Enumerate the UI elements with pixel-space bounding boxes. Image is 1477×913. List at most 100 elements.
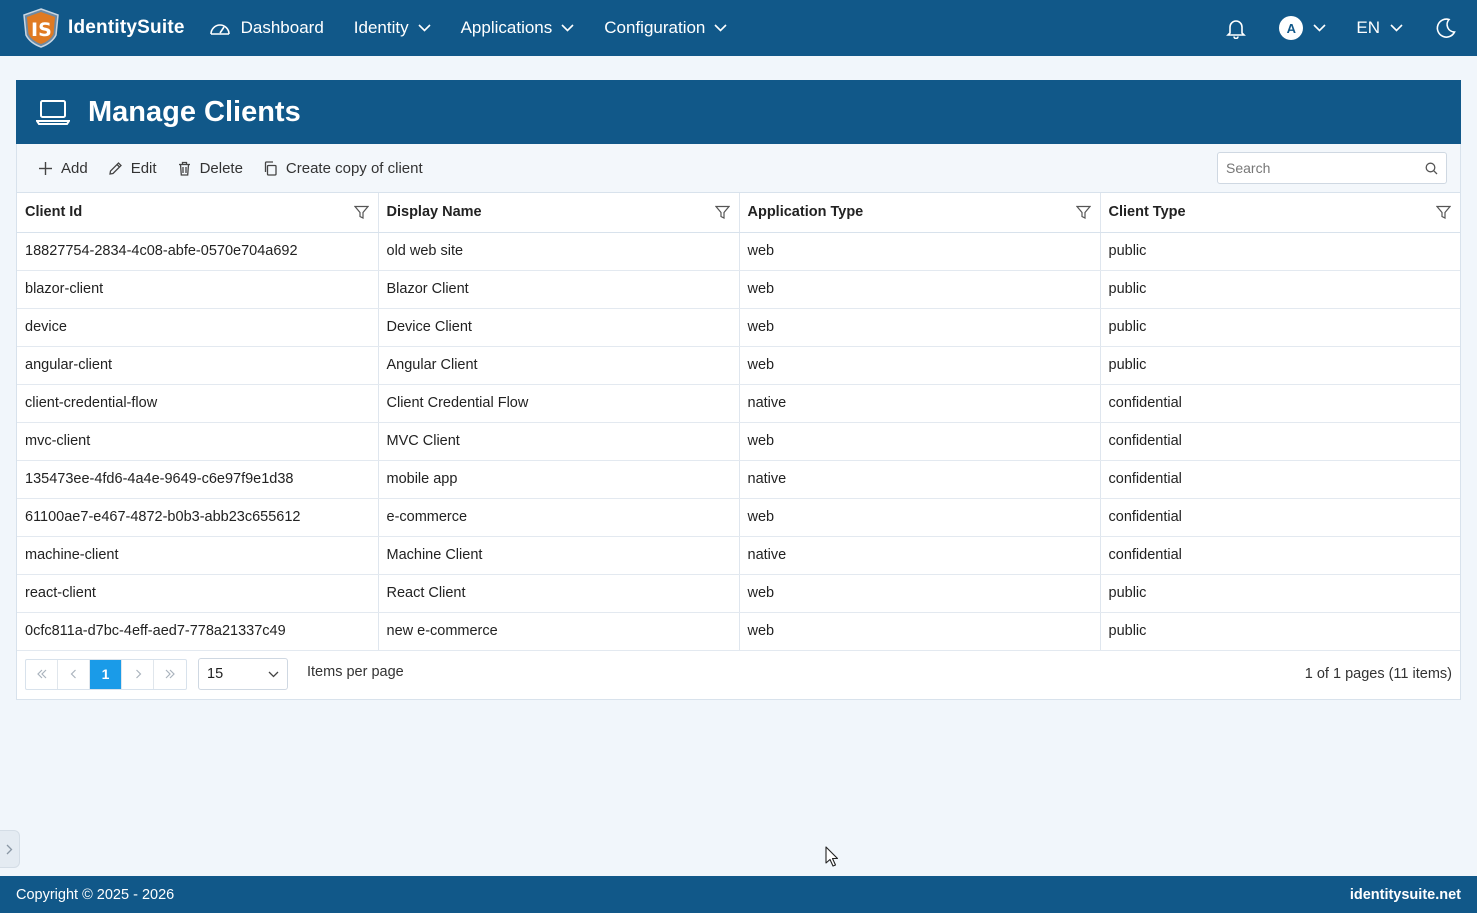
- cell-display-name: mobile app: [378, 460, 740, 499]
- search-input[interactable]: [1226, 160, 1425, 176]
- user-menu[interactable]: A: [1279, 16, 1326, 40]
- double-chevron-right-icon: [165, 669, 175, 679]
- delete-button-label: Delete: [199, 159, 243, 177]
- cell-client-id: 135473ee-4fd6-4a4e-9649-c6e97f9e1d38: [17, 460, 379, 499]
- table-row[interactable]: client-credential-flow Client Credential…: [17, 384, 1460, 423]
- chevron-right-icon: [135, 669, 141, 679]
- table-row[interactable]: machine-client Machine Client native con…: [17, 536, 1460, 575]
- edit-button[interactable]: Edit: [108, 152, 157, 184]
- search-icon[interactable]: [1425, 162, 1438, 175]
- brand[interactable]: IS IdentitySuite: [22, 8, 185, 48]
- chevron-down-icon: [561, 24, 574, 32]
- cell-client-id: client-credential-flow: [17, 384, 379, 423]
- column-header-display-name[interactable]: Display Name: [378, 193, 740, 233]
- cell-application-type: native: [739, 460, 1101, 499]
- mouse-cursor-icon: [825, 846, 839, 867]
- cell-display-name: old web site: [378, 232, 740, 271]
- cell-display-name: e-commerce: [378, 498, 740, 537]
- table-row[interactable]: blazor-client Blazor Client web public: [17, 270, 1460, 309]
- language-label: EN: [1356, 18, 1380, 37]
- cell-client-type: public: [1100, 308, 1460, 347]
- language-selector[interactable]: EN: [1356, 18, 1403, 38]
- dashboard-gauge-icon: [209, 24, 230, 35]
- cell-client-type: public: [1100, 232, 1460, 271]
- table-row[interactable]: device Device Client web public: [17, 308, 1460, 347]
- cell-client-type: public: [1100, 612, 1460, 651]
- column-header-label: Application Type: [747, 204, 864, 221]
- cell-application-type: web: [739, 232, 1101, 271]
- cell-client-type: confidential: [1100, 422, 1460, 461]
- column-header-label: Client Id: [25, 204, 83, 221]
- cell-client-id: angular-client: [17, 346, 379, 385]
- plus-icon: [39, 161, 52, 175]
- table-row[interactable]: 135473ee-4fd6-4a4e-9649-c6e97f9e1d38 mob…: [17, 460, 1460, 499]
- filter-icon[interactable]: [1075, 205, 1091, 220]
- filter-icon[interactable]: [714, 205, 730, 220]
- previous-page-button[interactable]: [58, 659, 90, 689]
- trash-icon: [178, 161, 190, 176]
- first-page-button[interactable]: [26, 659, 58, 689]
- clients-table: Client Id Display Name Application Type …: [17, 193, 1460, 651]
- table-row[interactable]: 61100ae7-e467-4872-b0b3-abb23c655612 e-c…: [17, 498, 1460, 537]
- column-header-application-type[interactable]: Application Type: [739, 193, 1101, 233]
- add-button[interactable]: Add: [38, 152, 88, 184]
- cell-client-id: device: [17, 308, 379, 347]
- pager: 1 15 Items per page 1 of 1 pages (11 ite…: [17, 651, 1460, 698]
- grid-toolbar: Add Edit Delete Create copy of client: [17, 144, 1460, 193]
- cell-application-type: native: [739, 384, 1101, 423]
- last-page-button[interactable]: [154, 660, 186, 689]
- column-header-client-type[interactable]: Client Type: [1100, 193, 1460, 233]
- cell-application-type: web: [739, 612, 1101, 651]
- nav-dashboard-label: Dashboard: [240, 18, 324, 37]
- top-navbar: IS IdentitySuite Dashboard Identity Appl…: [0, 0, 1477, 56]
- copy-icon: [264, 160, 277, 176]
- column-header-label: Display Name: [386, 204, 482, 221]
- page-size-select[interactable]: 15: [198, 658, 288, 690]
- cell-client-type: public: [1100, 574, 1460, 613]
- avatar: A: [1279, 16, 1304, 40]
- page-header: Manage Clients: [16, 80, 1461, 144]
- delete-button[interactable]: Delete: [177, 152, 243, 184]
- cell-client-type: public: [1100, 346, 1460, 385]
- items-per-page-label: Items per page: [307, 664, 404, 680]
- filter-icon[interactable]: [1436, 205, 1451, 220]
- cell-client-id: mvc-client: [17, 422, 379, 461]
- nav-identity-menu[interactable]: Identity: [354, 18, 431, 38]
- column-header-label: Client Type: [1108, 204, 1186, 221]
- notification-bell-icon[interactable]: [1225, 17, 1247, 39]
- cell-display-name: MVC Client: [378, 422, 740, 461]
- table-row[interactable]: react-client React Client web public: [17, 574, 1460, 613]
- chevron-down-icon: [1313, 24, 1326, 32]
- table-row[interactable]: 0cfc811a-d7bc-4eff-aed7-778a21337c49 new…: [17, 612, 1460, 651]
- add-button-label: Add: [61, 159, 88, 177]
- sidebar-expand-handle[interactable]: [0, 830, 20, 868]
- nav-applications-menu[interactable]: Applications: [461, 18, 575, 38]
- page-1-button[interactable]: 1: [90, 659, 122, 689]
- cell-display-name: Client Credential Flow: [378, 384, 740, 423]
- cell-client-id: 18827754-2834-4c08-abfe-0570e704a692: [17, 232, 379, 271]
- next-page-button[interactable]: [122, 659, 154, 689]
- copyright-text: Copyright © 2025 - 2026: [16, 886, 175, 903]
- table-row[interactable]: mvc-client MVC Client web confidential: [17, 422, 1460, 461]
- cell-display-name: new e-commerce: [378, 612, 740, 651]
- chevron-right-icon: [6, 844, 13, 854]
- filter-icon[interactable]: [353, 205, 369, 220]
- cell-application-type: web: [739, 346, 1101, 385]
- nav-configuration-menu[interactable]: Configuration: [604, 18, 727, 38]
- cell-application-type: web: [739, 498, 1101, 537]
- table-row[interactable]: 18827754-2834-4c08-abfe-0570e704a692 old…: [17, 232, 1460, 271]
- cell-application-type: web: [739, 422, 1101, 461]
- nav-right: A EN: [1225, 16, 1457, 40]
- chevron-down-icon: [714, 24, 727, 32]
- copy-client-button[interactable]: Create copy of client: [263, 152, 423, 184]
- cell-client-type: confidential: [1100, 460, 1460, 499]
- cell-application-type: web: [739, 574, 1101, 613]
- cell-display-name: React Client: [378, 574, 740, 613]
- dark-mode-moon-icon[interactable]: [1435, 17, 1457, 39]
- footer-site-link[interactable]: identitysuite.net: [1350, 887, 1461, 903]
- table-row[interactable]: angular-client Angular Client web public: [17, 346, 1460, 385]
- column-header-client-id[interactable]: Client Id: [17, 193, 379, 233]
- nav-dashboard[interactable]: Dashboard: [209, 18, 324, 38]
- brand-name: IdentitySuite: [68, 17, 185, 38]
- table-header-row: Client Id Display Name Application Type …: [17, 193, 1460, 233]
